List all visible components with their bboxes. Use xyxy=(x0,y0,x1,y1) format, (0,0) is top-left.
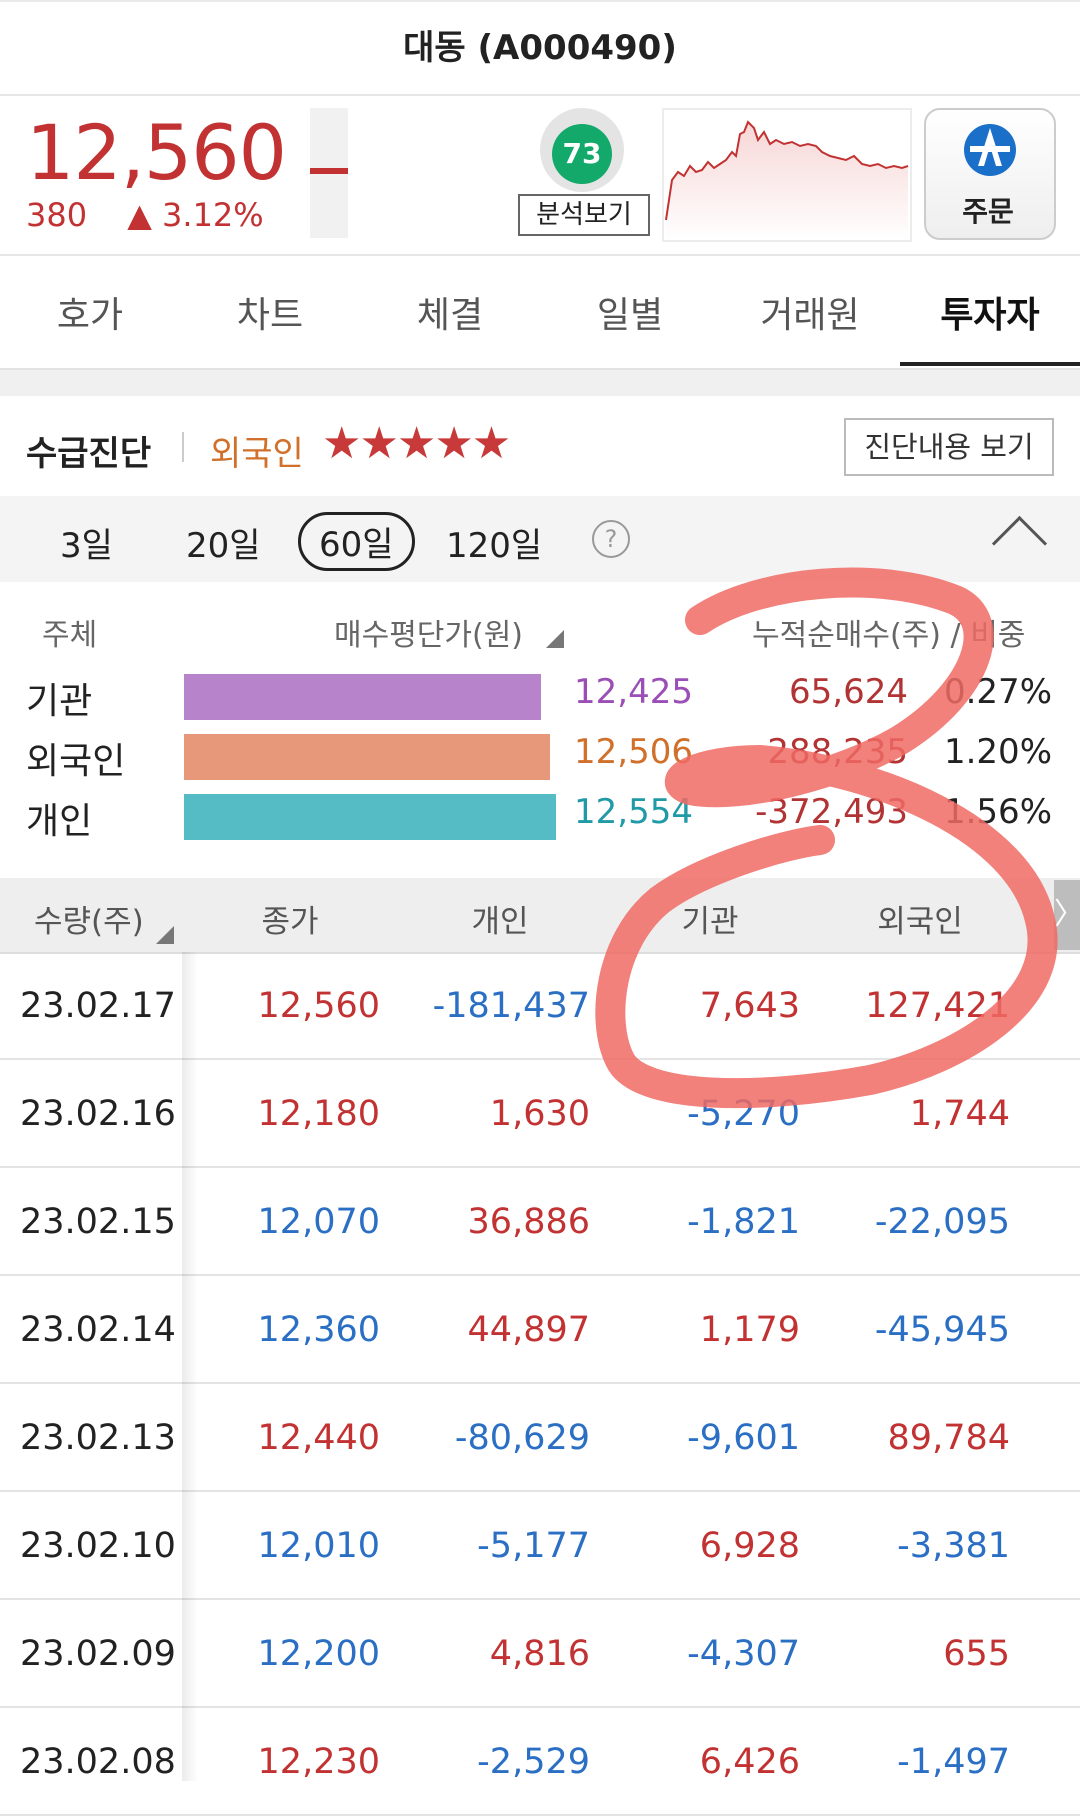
summary-bar xyxy=(184,674,541,720)
row-close: 12,200 xyxy=(257,1634,380,1674)
row-foreign: 1,744 xyxy=(909,1094,1010,1134)
tab-investor[interactable]: 투자자 xyxy=(900,286,1080,338)
row-indiv: -181,437 xyxy=(432,986,590,1026)
analysis-score[interactable]: 73 xyxy=(552,124,612,184)
active-tab-indicator xyxy=(900,362,1080,366)
summary-label: 개인 xyxy=(26,801,93,842)
period-120d[interactable]: 120일 xyxy=(446,518,542,567)
row-date: 23.02.14 xyxy=(20,1310,176,1350)
th-volume[interactable]: 수량(주) xyxy=(20,896,164,941)
row-foreign: -1,497 xyxy=(897,1742,1010,1782)
row-date: 23.02.17 xyxy=(20,986,176,1026)
th-individual: 개인 xyxy=(471,904,529,940)
row-foreign: 655 xyxy=(943,1634,1010,1674)
col-subject: 주체 xyxy=(42,618,98,653)
summary-cumulative: 288,235 xyxy=(767,732,908,772)
period-3d[interactable]: 3일 xyxy=(60,518,113,567)
row-indiv: 4,816 xyxy=(489,1634,590,1674)
divider xyxy=(182,432,184,462)
row-date: 23.02.10 xyxy=(20,1526,176,1566)
row-inst: -5,270 xyxy=(687,1094,800,1134)
row-foreign: 127,421 xyxy=(865,986,1010,1026)
row-indiv: -2,529 xyxy=(477,1742,590,1782)
price-change: 380 ▲ 3.12% xyxy=(26,196,264,234)
analyze-button[interactable]: 분석보기 xyxy=(518,194,650,236)
row-indiv: -5,177 xyxy=(477,1526,590,1566)
row-close: 12,070 xyxy=(257,1202,380,1242)
th-institution: 기관 xyxy=(681,904,739,940)
row-foreign: -22,095 xyxy=(874,1202,1010,1242)
row-indiv: -80,629 xyxy=(454,1418,590,1458)
row-foreign: -3,381 xyxy=(897,1526,1010,1566)
help-icon[interactable]: ? xyxy=(592,520,630,558)
col-cumulative: 누적순매수(주) / 비중 xyxy=(752,618,1026,653)
row-indiv: 1,630 xyxy=(489,1094,590,1134)
row-inst: -9,601 xyxy=(687,1418,800,1458)
th-close: 종가 xyxy=(261,904,319,940)
row-foreign: 89,784 xyxy=(887,1418,1010,1458)
row-date: 23.02.15 xyxy=(20,1202,176,1242)
row-date: 23.02.13 xyxy=(20,1418,176,1458)
sparkline-area xyxy=(666,122,908,240)
summary-avg-price: 12,425 xyxy=(574,672,693,712)
diagnosis-subject: 외국인 xyxy=(210,434,304,474)
rating-stars: ★★★★★ xyxy=(322,418,511,469)
summary-label: 기관 xyxy=(26,681,93,722)
row-inst: 1,179 xyxy=(699,1310,800,1350)
diagnosis-title: 수급진단 xyxy=(26,434,152,474)
intraday-sparkline[interactable] xyxy=(662,108,912,242)
row-foreign: -45,945 xyxy=(874,1310,1010,1350)
sort-icon[interactable] xyxy=(546,630,564,648)
summary-cumulative: 65,624 xyxy=(789,672,908,712)
row-inst: 6,426 xyxy=(699,1742,800,1782)
col-avg-price[interactable]: 매수평단가(원) xyxy=(334,610,523,654)
tab-execution[interactable]: 체결 xyxy=(360,286,540,338)
row-inst: -4,307 xyxy=(687,1634,800,1674)
row-close: 12,010 xyxy=(257,1526,380,1566)
row-close: 12,230 xyxy=(257,1742,380,1782)
summary-label: 외국인 xyxy=(26,741,126,782)
row-close: 12,180 xyxy=(257,1094,380,1134)
row-date: 23.02.16 xyxy=(20,1094,176,1134)
candle-body xyxy=(310,168,348,174)
tab-quote[interactable]: 호가 xyxy=(0,286,180,338)
section-divider xyxy=(0,370,1080,396)
row-inst: -1,821 xyxy=(687,1202,800,1242)
summary-bar xyxy=(184,794,556,840)
row-inst: 7,643 xyxy=(699,986,800,1026)
row-inst: 6,928 xyxy=(699,1526,800,1566)
row-indiv: 44,897 xyxy=(467,1310,590,1350)
view-diagnosis-button[interactable]: 진단내용 보기 xyxy=(844,418,1054,476)
row-close: 12,360 xyxy=(257,1310,380,1350)
change-percent: ▲ 3.12% xyxy=(127,196,264,234)
frozen-column-shadow xyxy=(182,952,198,1781)
current-price: 12,560 xyxy=(26,108,287,197)
th-foreign: 외국인 xyxy=(877,904,963,940)
sort-icon[interactable] xyxy=(156,926,174,944)
summary-percent: 0.27% xyxy=(943,672,1052,712)
tab-chart[interactable]: 차트 xyxy=(180,286,360,338)
stock-title: 대동 (A000490) xyxy=(403,28,677,68)
order-logo-icon xyxy=(964,124,1016,176)
tab-broker[interactable]: 거래원 xyxy=(720,286,900,338)
row-date: 23.02.08 xyxy=(20,1742,176,1782)
period-60d[interactable]: 60일 xyxy=(298,512,415,571)
row-close: 12,560 xyxy=(257,986,380,1026)
summary-avg-price: 12,506 xyxy=(574,732,693,772)
change-amount: 380 xyxy=(26,196,88,234)
row-indiv: 36,886 xyxy=(467,1202,590,1242)
scroll-right-icon[interactable]: 〉 xyxy=(1054,880,1080,950)
row-date: 23.02.09 xyxy=(20,1634,176,1674)
tab-daily[interactable]: 일별 xyxy=(540,286,720,338)
summary-cumulative: -372,493 xyxy=(755,792,908,832)
summary-avg-price: 12,554 xyxy=(574,792,693,832)
summary-percent: 1.56% xyxy=(943,792,1052,832)
row-close: 12,440 xyxy=(257,1418,380,1458)
order-label: 주문 xyxy=(962,195,1014,228)
period-20d[interactable]: 20일 xyxy=(186,518,261,567)
summary-bar xyxy=(184,734,550,780)
summary-percent: 1.20% xyxy=(943,732,1052,772)
sparkline-chart xyxy=(665,120,909,240)
